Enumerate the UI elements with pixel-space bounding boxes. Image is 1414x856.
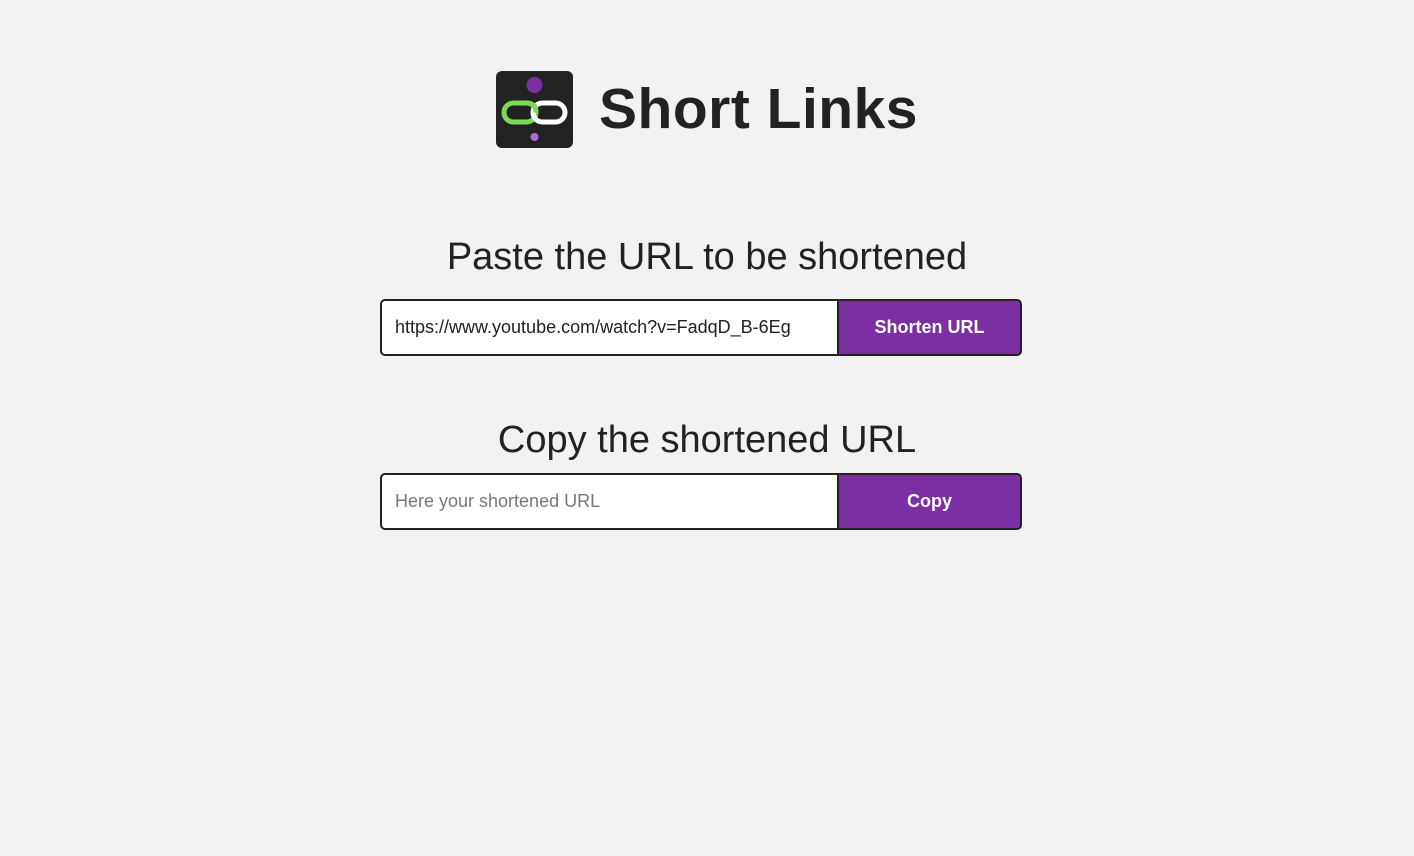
app-header: Short Links [0, 70, 1414, 148]
shorten-form: Shorten URL [380, 299, 1022, 356]
copy-button[interactable]: Copy [837, 473, 1022, 530]
copy-heading: Copy the shortened URL [497, 419, 917, 461]
page: Short Links Paste the URL to be shortene… [0, 0, 1414, 856]
logo-graphic [501, 76, 568, 141]
chain-link-icon [495, 70, 573, 148]
shorten-heading: Paste the URL to be shortened [446, 236, 968, 278]
app-title: Short Links [598, 76, 919, 141]
copy-form: Copy [380, 473, 1022, 530]
shorten-url-button[interactable]: Shorten URL [837, 299, 1022, 356]
shortened-url-field[interactable] [380, 473, 837, 530]
url-input[interactable] [380, 299, 837, 356]
